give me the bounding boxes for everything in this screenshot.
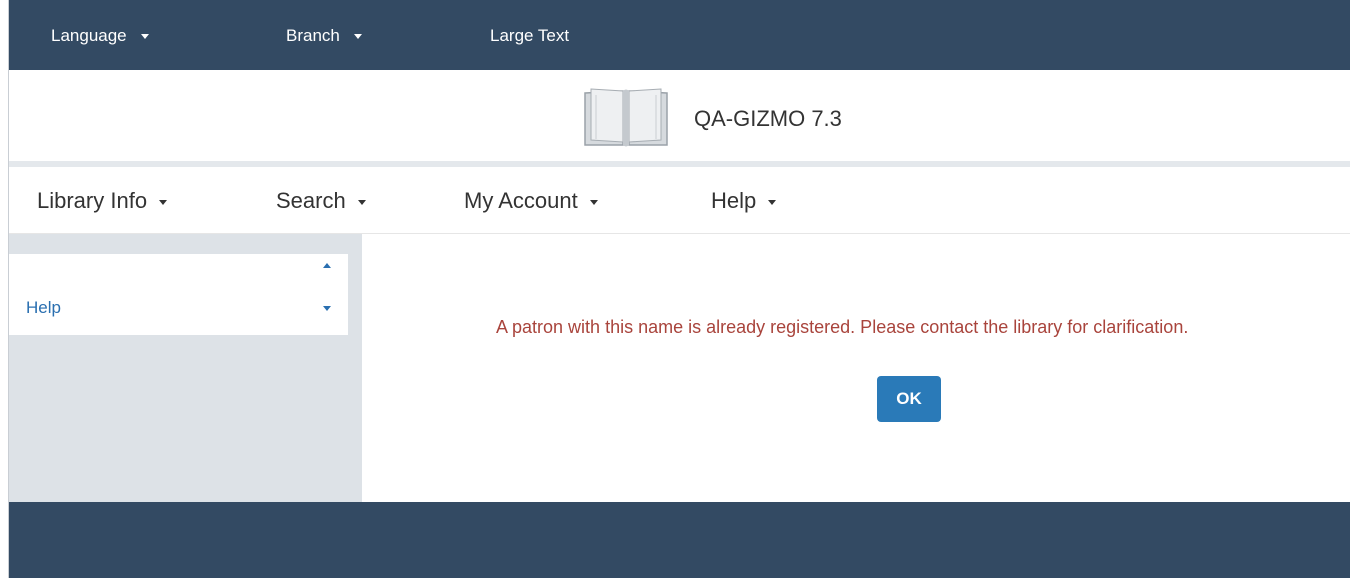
chevron-down-icon <box>159 200 168 205</box>
brand-header: QA-GIZMO 7.3 <box>9 70 1350 167</box>
large-text-toggle[interactable]: Large Text <box>490 26 569 46</box>
sidebar-item-help[interactable]: Help <box>26 298 61 318</box>
nav-item-my-account[interactable]: My Account <box>464 188 598 214</box>
nav-item-search[interactable]: Search <box>276 188 366 214</box>
chevron-down-icon <box>353 34 362 39</box>
main-nav: Library Info Search My Account Help <box>9 167 1350 234</box>
top-bar: Language Branch Large Text <box>9 0 1350 70</box>
site-title: QA-GIZMO 7.3 <box>694 106 842 131</box>
error-message: A patron with this name is already regis… <box>496 317 1189 337</box>
nav-item-help[interactable]: Help <box>711 188 777 214</box>
chevron-up-icon[interactable] <box>323 263 331 268</box>
sidebar-help-card: Help <box>9 254 348 335</box>
ok-button[interactable]: OK <box>877 376 941 422</box>
nav-item-label: Help <box>711 188 757 213</box>
main-content: A patron with this name is already regis… <box>362 234 1350 502</box>
chevron-down-icon <box>768 200 777 205</box>
page-frame: Language Branch Large Text QA-GIZMO 7.3 <box>8 0 1350 578</box>
nav-item-label: Library Info <box>37 188 148 213</box>
chevron-down-icon <box>589 200 598 205</box>
chevron-down-icon <box>140 34 149 39</box>
branch-menu[interactable]: Branch <box>286 26 362 46</box>
nav-item-label: Search <box>276 188 346 213</box>
chevron-down-icon <box>357 200 366 205</box>
nav-item-library-info[interactable]: Library Info <box>37 188 168 214</box>
open-book-icon <box>583 87 669 154</box>
large-text-label: Large Text <box>490 26 570 45</box>
branch-label: Branch <box>286 26 340 45</box>
chevron-down-icon[interactable] <box>323 306 331 311</box>
sidebar: Help <box>9 234 362 502</box>
nav-item-label: My Account <box>464 188 578 213</box>
footer <box>9 502 1350 578</box>
language-menu[interactable]: Language <box>51 26 149 46</box>
language-label: Language <box>51 26 127 45</box>
